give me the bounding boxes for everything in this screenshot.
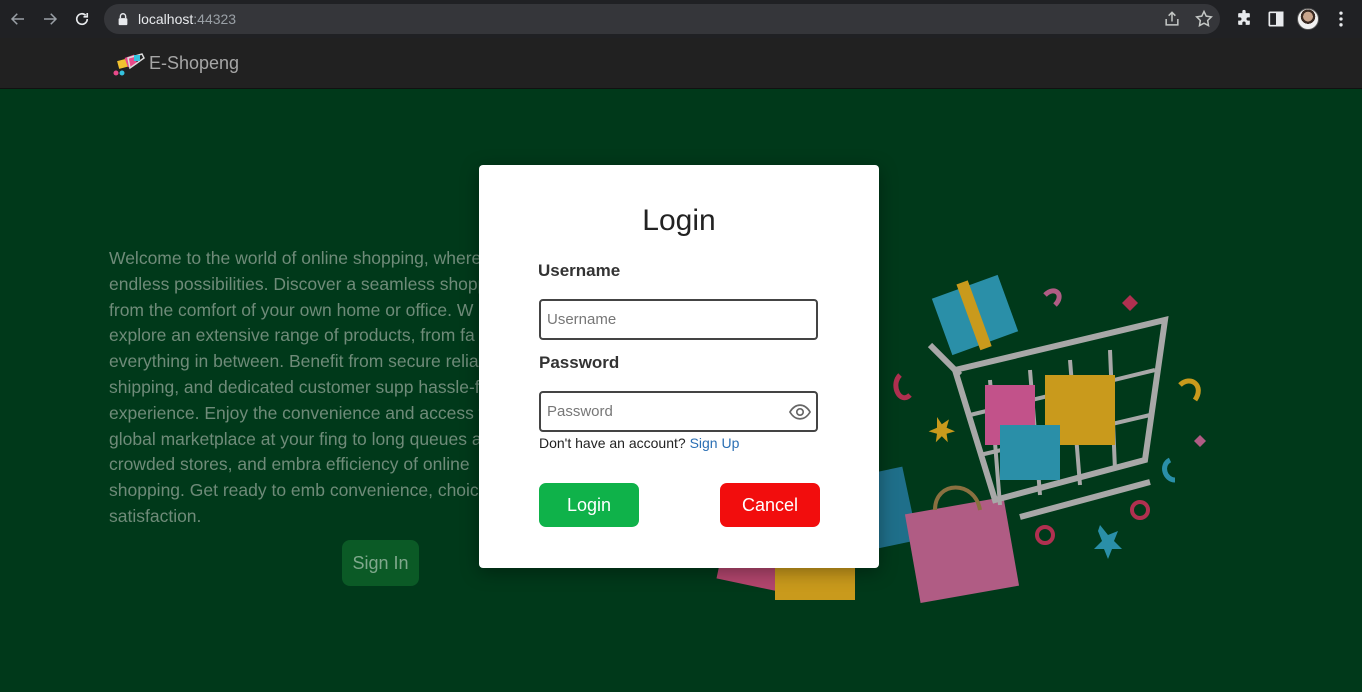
shopping-cart-logo[interactable] [112, 52, 146, 76]
username-label: Username [538, 261, 621, 280]
username-input[interactable] [539, 299, 818, 340]
reload-icon [75, 12, 89, 26]
welcome-text: Welcome to the world of online shopping,… [109, 248, 528, 526]
star-icon[interactable] [1194, 9, 1214, 29]
menu-dots-icon[interactable] [1331, 9, 1351, 29]
password-input[interactable] [539, 391, 818, 432]
side-panel-icon[interactable] [1266, 9, 1286, 29]
forward-button[interactable] [34, 3, 66, 35]
app-navbar: E-Shopeng [0, 38, 1362, 89]
signup-link[interactable]: Sign Up [690, 435, 740, 451]
password-label: Password [539, 353, 620, 372]
eye-icon[interactable] [789, 403, 811, 421]
back-arrow-icon [10, 13, 24, 25]
login-modal: Login Username Password Don't have an ac… [479, 165, 879, 568]
extensions-icon[interactable] [1234, 9, 1254, 29]
login-button[interactable]: Login [539, 483, 639, 527]
back-button[interactable] [2, 3, 34, 35]
share-icon[interactable] [1162, 9, 1182, 29]
signup-prompt-text: Don't have an account? [539, 435, 686, 451]
signup-prompt: Don't have an account? Sign Up [539, 435, 739, 451]
sign-in-button[interactable]: Sign In [342, 540, 419, 586]
modal-title: Login [642, 204, 716, 237]
profile-avatar[interactable] [1297, 8, 1319, 30]
brand-name[interactable]: E-Shopeng [149, 53, 239, 74]
reload-button[interactable] [66, 3, 98, 35]
cancel-button[interactable]: Cancel [720, 483, 820, 527]
url-text: localhost:44323 [138, 11, 237, 27]
forward-arrow-icon [44, 13, 58, 25]
browser-toolbar: localhost:44323 [0, 0, 1362, 38]
address-bar[interactable]: localhost:44323 [104, 4, 1220, 34]
lock-icon [118, 13, 128, 26]
